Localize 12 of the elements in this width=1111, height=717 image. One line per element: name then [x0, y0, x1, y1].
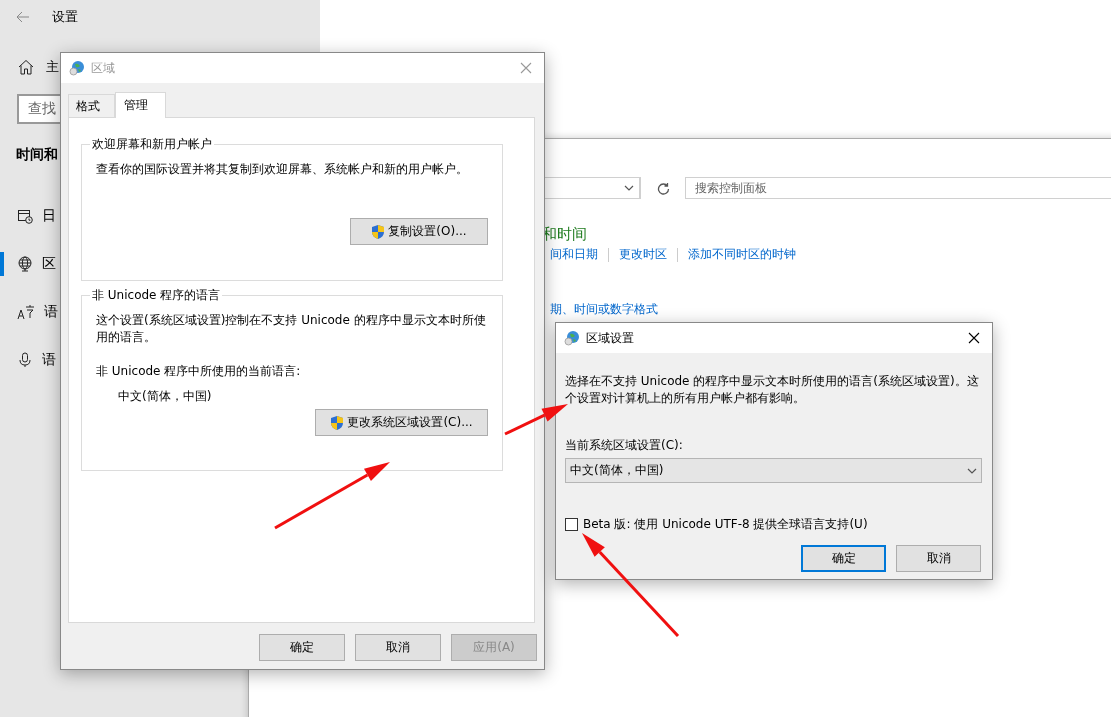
- window-title: 设置: [52, 8, 78, 26]
- field-label: 非 Unicode 程序中所使用的当前语言:: [96, 363, 302, 380]
- section-title: 时间和: [16, 146, 58, 164]
- current-language-value: 中文(简体，中国): [118, 388, 212, 405]
- group-legend: 欢迎屏幕和新用户帐户: [90, 136, 214, 153]
- dialog-title: 区域设置: [586, 329, 635, 347]
- description-text: 这个设置(系统区域设置)控制在不支持 Unicode 的程序中显示文本时所使用的语言。: [96, 312, 487, 346]
- description-text: 选择在不支持 Unicode 的程序中显示文本时所使用的语言(系统区域设置)。这个设置对计算机上的所有用户帐户都有影响。: [565, 373, 980, 407]
- dialog-title: 区域: [91, 59, 116, 77]
- field-label: 当前系统区域设置(C):: [565, 437, 684, 454]
- description-text: 查看你的国际设置并将其复制到欢迎屏幕、系统帐户和新的用户帐户。: [96, 161, 469, 178]
- group-legend: 非 Unicode 程序的语言: [90, 287, 223, 304]
